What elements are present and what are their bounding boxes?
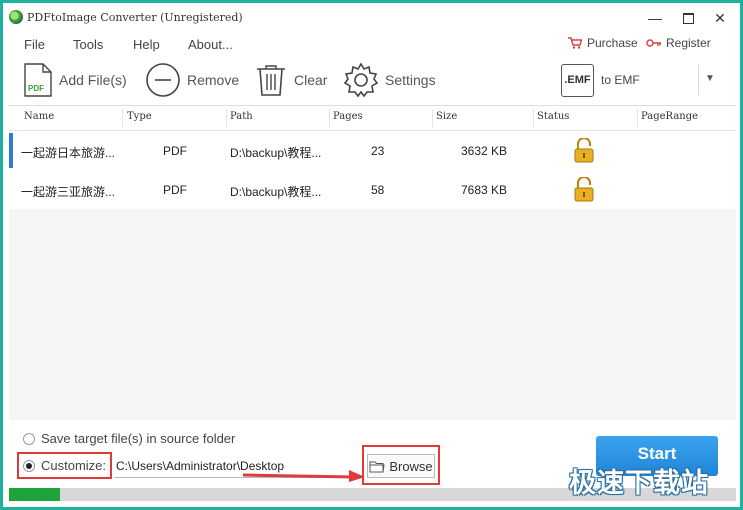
browse-label: Browse bbox=[389, 458, 433, 474]
menu-bar: File Tools Help About... Purchase Regist… bbox=[3, 33, 740, 55]
cell-size: 7683 KB bbox=[461, 183, 508, 197]
purchase-link[interactable]: Purchase bbox=[568, 36, 638, 50]
column-header-type[interactable]: Type bbox=[127, 111, 152, 122]
column-divider bbox=[432, 109, 433, 127]
save-source-label[interactable]: Save target file(s) in source folder bbox=[41, 431, 235, 446]
column-header-pagerange[interactable]: PageRange bbox=[641, 111, 698, 122]
add-files-button[interactable]: PDF Add File(s) bbox=[23, 63, 127, 97]
column-divider bbox=[226, 109, 227, 127]
cell-size: 3632 KB bbox=[461, 144, 508, 158]
column-header-status[interactable]: Status bbox=[537, 111, 569, 122]
cell-pages: 58 bbox=[371, 183, 385, 197]
register-link[interactable]: Register bbox=[646, 36, 711, 50]
emf-file-icon: .EMF bbox=[561, 63, 594, 97]
lock-icon[interactable] bbox=[574, 177, 594, 202]
cell-name: 一起游日本旅游... bbox=[21, 146, 116, 160]
title-bar: PDFtoImage Converter (Unregistered) — ✕ bbox=[3, 3, 740, 33]
column-divider bbox=[329, 109, 330, 127]
svg-text:PDF: PDF bbox=[28, 84, 44, 93]
file-table: Name Type Path Pages Size Status PageRan… bbox=[9, 105, 736, 420]
column-header-name[interactable]: Name bbox=[24, 111, 54, 122]
window-title: PDFtoImage Converter (Unregistered) bbox=[27, 11, 243, 24]
remove-button[interactable]: Remove bbox=[145, 63, 239, 97]
clear-label: Clear bbox=[294, 72, 328, 88]
gear-icon bbox=[343, 62, 379, 98]
column-divider bbox=[533, 109, 534, 127]
cell-path: D:\backup\教程... bbox=[230, 185, 322, 199]
trash-icon bbox=[257, 65, 285, 96]
settings-label: Settings bbox=[385, 72, 436, 88]
pdf-file-icon: PDF bbox=[24, 63, 52, 97]
register-label: Register bbox=[666, 36, 711, 50]
close-button[interactable]: ✕ bbox=[710, 9, 730, 27]
annotation-highlight-box bbox=[17, 452, 112, 479]
cell-type: PDF bbox=[163, 183, 187, 197]
clear-button[interactable]: Clear bbox=[254, 63, 327, 97]
cell-pages: 23 bbox=[371, 144, 385, 158]
browse-button[interactable]: Browse bbox=[367, 454, 435, 478]
save-source-radio[interactable] bbox=[23, 433, 35, 445]
table-header: Name Type Path Pages Size Status PageRan… bbox=[9, 106, 736, 131]
column-divider bbox=[637, 109, 638, 127]
toolbar-divider bbox=[698, 65, 699, 95]
chevron-down-icon[interactable]: ▼ bbox=[705, 73, 715, 84]
remove-icon bbox=[146, 63, 180, 97]
lock-icon[interactable] bbox=[574, 138, 594, 163]
progress-bar-fill bbox=[9, 488, 60, 501]
settings-button[interactable]: Settings bbox=[343, 62, 436, 98]
key-icon bbox=[646, 39, 661, 47]
menu-help[interactable]: Help bbox=[133, 37, 160, 52]
column-divider bbox=[122, 109, 123, 127]
menu-about[interactable]: About... bbox=[188, 37, 233, 52]
menu-file[interactable]: File bbox=[24, 37, 45, 52]
purchase-label: Purchase bbox=[587, 36, 638, 50]
cell-name: 一起游三亚旅游... bbox=[21, 185, 116, 199]
column-header-path[interactable]: Path bbox=[230, 111, 253, 122]
folder-icon bbox=[369, 461, 385, 472]
cell-type: PDF bbox=[163, 144, 187, 158]
maximize-icon bbox=[682, 13, 694, 24]
app-logo-icon bbox=[9, 10, 23, 24]
add-files-label: Add File(s) bbox=[59, 72, 127, 88]
column-header-size[interactable]: Size bbox=[436, 111, 457, 122]
table-row[interactable]: 一起游日本旅游... PDF D:\backup\教程... 23 3632 K… bbox=[9, 131, 736, 170]
cart-icon bbox=[568, 37, 582, 49]
site-watermark: 极速下载站 bbox=[569, 468, 709, 499]
minimize-button[interactable]: — bbox=[645, 9, 665, 27]
row-selection-indicator bbox=[9, 133, 13, 168]
menu-tools[interactable]: Tools bbox=[73, 37, 103, 52]
output-format-label: to EMF bbox=[601, 73, 640, 87]
remove-label: Remove bbox=[187, 72, 240, 88]
table-row[interactable]: 一起游三亚旅游... PDF D:\backup\教程... 58 7683 K… bbox=[9, 170, 736, 209]
toolbar: PDF Add File(s) Remove Clear Settings .E… bbox=[3, 55, 740, 105]
app-window: PDFtoImage Converter (Unregistered) — ✕ … bbox=[3, 3, 740, 507]
annotation-arrow-icon bbox=[243, 470, 365, 482]
maximize-button[interactable] bbox=[678, 9, 698, 27]
output-format-selector[interactable]: .EMF to EMF bbox=[561, 63, 640, 97]
column-header-pages[interactable]: Pages bbox=[333, 111, 363, 122]
cell-path: D:\backup\教程... bbox=[230, 146, 322, 160]
